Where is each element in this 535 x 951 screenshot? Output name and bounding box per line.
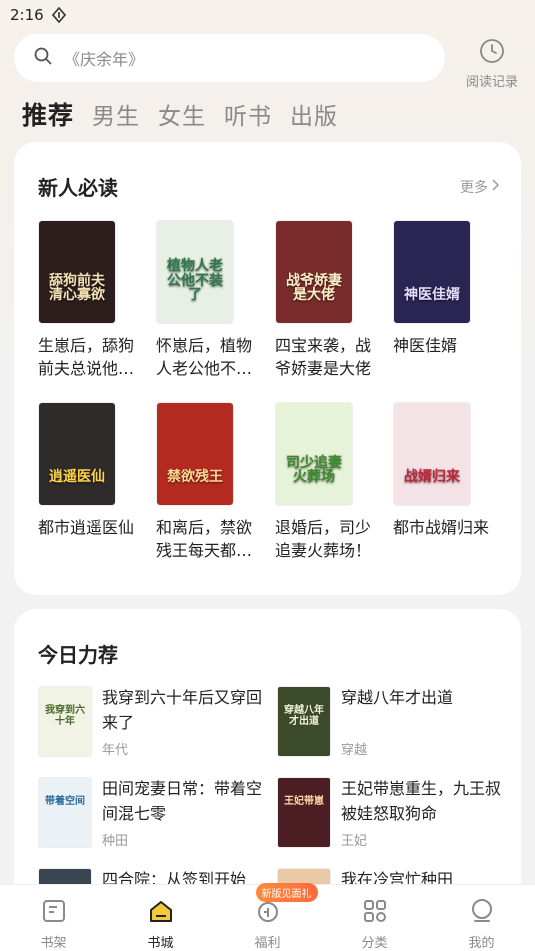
- genre-tag: 种田: [102, 834, 129, 849]
- nav-category[interactable]: 分类: [321, 885, 428, 951]
- book-title: 四宝来袭，战爷娇妻是大佬: [275, 336, 372, 378]
- book-title: 生崽后，舔狗前夫总说他不…: [38, 336, 135, 378]
- more-link[interactable]: 更多: [460, 177, 500, 197]
- cover-title: 我穿到六十年: [45, 705, 85, 727]
- book-title: 都市逍遥医仙: [38, 518, 135, 537]
- recommend-item[interactable]: 王妃带崽 王妃带崽重生，九王叔被娃怒取狗命王妃: [277, 777, 502, 849]
- bottom-nav: 书架 书城 新版见面礼 福利 分类 我的: [0, 883, 535, 951]
- nav-bookstore[interactable]: 书城: [107, 885, 214, 951]
- search-icon: [34, 47, 52, 69]
- book-item[interactable]: 逍遥医仙都市逍遥医仙: [38, 402, 158, 539]
- book-cover: 司少追妻火葬场: [275, 402, 353, 506]
- book-cover: 王妃带崽: [277, 777, 331, 848]
- genre-tag: 年代: [102, 743, 129, 758]
- nav-label: 分类: [361, 936, 388, 951]
- cover-title: 穿越八年才出道: [284, 705, 324, 727]
- recommend-item[interactable]: 带着空间 田间宠妻日常：带着空间混七零种田: [38, 777, 263, 849]
- cover-title: 逍遥医仙: [49, 469, 105, 486]
- status-bar: 2:16: [0, 0, 535, 30]
- recommend-item[interactable]: 我穿到六十年 我穿到六十年后又穿回来了年代: [38, 686, 263, 758]
- reading-history-label: 阅读记录: [465, 75, 518, 90]
- profile-icon: [468, 897, 496, 929]
- book-item[interactable]: 植物人老公他不装了怀崽后，植物人老公他不…: [156, 220, 276, 380]
- book-cover: 穿越八年才出道: [277, 686, 331, 757]
- new-reader-section: 新人必读 更多 舔狗前夫清心寡欲生崽后，舔狗前夫总说他不…植物人老公他不装了怀崽…: [14, 142, 521, 595]
- book-title: 怀崽后，植物人老公他不…: [156, 336, 253, 378]
- clock-icon: [479, 38, 505, 68]
- book-title: 田间宠妻日常：带着空间混七零: [102, 779, 262, 823]
- nav-label: 我的: [468, 936, 495, 951]
- recommend-item[interactable]: 穿越八年才出道 穿越八年才出道穿越: [277, 686, 502, 758]
- cover-title: 带着空间: [45, 796, 85, 807]
- book-cover: 带着空间: [38, 777, 92, 848]
- section-title: 今日力荐: [38, 643, 118, 667]
- book-cover: 神医佳婿: [393, 220, 471, 324]
- nav-bookshelf[interactable]: 书架: [0, 885, 107, 951]
- chevron-right-icon: [491, 179, 500, 195]
- cover-title: 战爷娇妻是大佬: [286, 272, 342, 304]
- cover-title: 植物人老公他不装了: [167, 257, 223, 304]
- today-recommend-section: 今日力荐 我穿到六十年 我穿到六十年后又穿回来了 年代 穿越八年才出道 穿越八年才出道穿…: [14, 609, 521, 939]
- section-title: 新人必读: [38, 176, 118, 200]
- search-input[interactable]: 《庆余年》: [14, 34, 445, 82]
- more-label: 更多: [460, 180, 488, 196]
- book-cover: 战婿归来: [393, 402, 471, 506]
- book-item[interactable]: 战爷娇妻是大佬四宝来袭，战爷娇妻是大佬: [275, 220, 395, 380]
- genre-tag: 王妃: [341, 834, 368, 849]
- cover-title: 神医佳婿: [404, 287, 460, 304]
- nav-welfare[interactable]: 新版见面礼 福利: [214, 883, 321, 951]
- nav-profile[interactable]: 我的: [428, 885, 535, 951]
- book-title: 退婚后，司少追妻火葬场！: [275, 518, 372, 560]
- bookshelf-icon: [40, 897, 68, 929]
- reading-history-button[interactable]: 阅读记录: [460, 38, 524, 90]
- book-title: 神医佳婿: [393, 336, 458, 355]
- book-title: 穿越八年才出道: [341, 688, 454, 707]
- grid-icon: [361, 897, 389, 929]
- genre-tag: 穿越: [341, 743, 368, 758]
- book-title: 我穿到六十年后又穿回来了: [102, 688, 262, 732]
- nav-label: 书城: [147, 936, 174, 951]
- book-item[interactable]: 司少追妻火葬场退婚后，司少追妻火葬场！: [275, 402, 395, 562]
- book-cover: 逍遥医仙: [38, 402, 116, 506]
- new-version-badge: 新版见面礼: [255, 883, 318, 902]
- bookstore-icon: [147, 897, 175, 929]
- book-cover: 植物人老公他不装了: [156, 220, 234, 324]
- status-time: 2:16: [10, 6, 44, 24]
- nav-label: 福利: [254, 936, 281, 951]
- book-item[interactable]: 舔狗前夫清心寡欲生崽后，舔狗前夫总说他不…: [38, 220, 158, 380]
- location-icon: [51, 7, 66, 23]
- tab-audiobook[interactable]: 听书: [224, 97, 272, 131]
- cover-title: 司少追妻火葬场: [286, 454, 342, 486]
- book-item[interactable]: 战婿归来都市战婿归来: [393, 402, 513, 539]
- cover-title: 王妃带崽: [284, 796, 324, 807]
- search-placeholder: 《庆余年》: [64, 50, 145, 69]
- cover-title: 战婿归来: [404, 469, 460, 486]
- book-item[interactable]: 禁欲残王和离后，禁欲残王每天都…: [156, 402, 276, 562]
- book-title: 和离后，禁欲残王每天都…: [156, 518, 253, 560]
- cover-title: 舔狗前夫清心寡欲: [49, 272, 105, 304]
- book-title: 都市战婿归来: [393, 518, 490, 537]
- category-tabs: 推荐 男生 女生 听书 出版: [22, 96, 338, 132]
- book-title: 王妃带崽重生，九王叔被娃怒取狗命: [341, 779, 501, 823]
- book-cover: 舔狗前夫清心寡欲: [38, 220, 116, 324]
- tab-male[interactable]: 男生: [92, 97, 140, 131]
- book-cover: 我穿到六十年: [38, 686, 92, 757]
- book-cover: 战爷娇妻是大佬: [275, 220, 353, 324]
- book-item[interactable]: 神医佳婿 神医佳婿: [393, 220, 513, 357]
- tab-published[interactable]: 出版: [290, 97, 338, 131]
- nav-label: 书架: [40, 936, 67, 951]
- tab-female[interactable]: 女生: [158, 97, 206, 131]
- tab-recommend[interactable]: 推荐: [22, 96, 74, 132]
- search-row: 《庆余年》 阅读记录: [14, 34, 524, 90]
- cover-title: 禁欲残王: [167, 469, 223, 486]
- book-cover: 禁欲残王: [156, 402, 234, 506]
